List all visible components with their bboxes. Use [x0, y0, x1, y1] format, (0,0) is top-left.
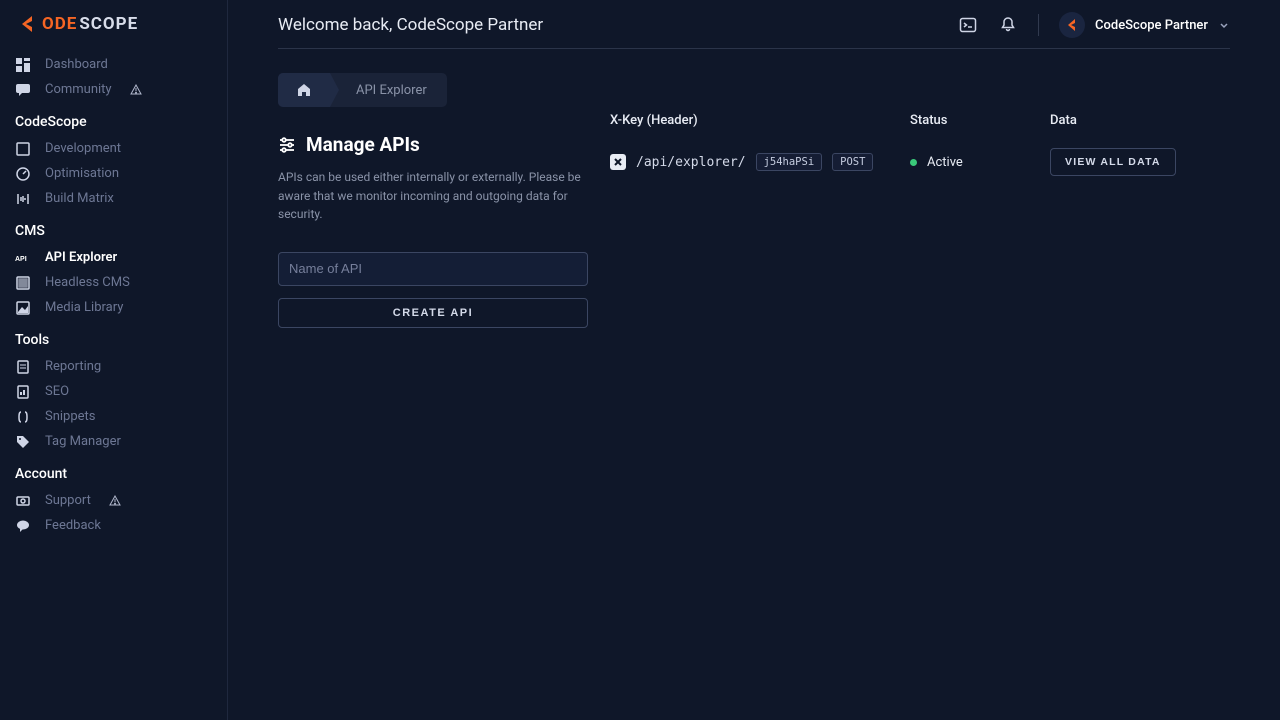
matrix-icon — [15, 192, 31, 206]
api-icon: API — [15, 253, 31, 263]
sidebar-item-development[interactable]: Development — [0, 136, 227, 161]
col-header-key: X-Key (Header) — [610, 113, 910, 128]
sidebar-item-label: SEO — [45, 384, 69, 399]
bell-icon[interactable] — [998, 15, 1018, 35]
delete-api-button[interactable] — [610, 154, 626, 170]
sidebar-item-buildmatrix[interactable]: Build Matrix — [0, 186, 227, 211]
breadcrumb-current: API Explorer — [330, 83, 447, 98]
sidebar-item-snippets[interactable]: Snippets — [0, 404, 227, 429]
tag-icon — [15, 435, 31, 449]
feedback-icon — [15, 519, 31, 533]
sidebar-item-label: Community — [45, 82, 112, 97]
sidebar-nav: Dashboard Community CodeScope Developmen… — [0, 52, 227, 548]
status-dot-icon — [910, 159, 917, 166]
api-xkey-tag: j54haPSi — [756, 153, 823, 171]
report-icon — [15, 360, 31, 374]
user-name: CodeScope Partner — [1095, 18, 1208, 33]
api-name-input[interactable] — [278, 252, 588, 286]
media-icon — [15, 301, 31, 315]
brand-mark-icon — [18, 14, 38, 34]
sidebar-item-label: Build Matrix — [45, 191, 114, 206]
greeting-text: Welcome back, CodeScope Partner — [278, 15, 543, 35]
sidebar-section-codescope: CodeScope — [0, 102, 227, 136]
brand-logo[interactable]: ODESCOPE — [0, 0, 227, 52]
sidebar-item-apiexplorer[interactable]: API API Explorer — [0, 245, 227, 270]
page-title: Manage APIs — [306, 133, 420, 156]
sidebar-item-label: Development — [45, 141, 121, 156]
support-icon — [15, 494, 31, 508]
separator — [1038, 14, 1039, 36]
sidebar-item-label: Support — [45, 493, 91, 508]
topbar-actions: CodeScope Partner — [958, 12, 1230, 38]
sidebar-item-tagmanager[interactable]: Tag Manager — [0, 429, 227, 454]
dev-icon — [15, 142, 31, 156]
sidebar-item-label: Reporting — [45, 359, 101, 374]
sidebar: ODESCOPE Dashboard Community CodeScope D… — [0, 0, 228, 720]
headless-icon — [15, 276, 31, 290]
sidebar-item-headlesscms[interactable]: Headless CMS — [0, 270, 227, 295]
warning-icon — [109, 495, 121, 507]
create-api-button[interactable]: CREATE API — [278, 298, 588, 328]
sidebar-item-feedback[interactable]: Feedback — [0, 513, 227, 538]
sidebar-item-label: Dashboard — [45, 57, 108, 72]
api-path: /api/explorer/ — [636, 155, 746, 170]
manage-panel: Manage APIs APIs can be used either inte… — [278, 107, 588, 328]
api-method-tag: POST — [832, 153, 873, 171]
main: Welcome back, CodeScope Partner CodeScop… — [228, 0, 1280, 720]
sidebar-item-label: API Explorer — [45, 250, 117, 265]
sidebar-item-medialibrary[interactable]: Media Library — [0, 295, 227, 320]
api-status: Active — [910, 155, 1050, 170]
user-menu[interactable]: CodeScope Partner — [1059, 12, 1230, 38]
sidebar-item-label: Headless CMS — [45, 275, 130, 290]
sidebar-section-tools: Tools — [0, 320, 227, 354]
sidebar-item-label: Snippets — [45, 409, 96, 424]
seo-icon — [15, 385, 31, 399]
topbar: Welcome back, CodeScope Partner CodeScop… — [228, 0, 1280, 48]
col-header-data: Data — [1050, 113, 1230, 128]
sidebar-item-label: Optimisation — [45, 166, 119, 181]
breadcrumb-home[interactable] — [278, 73, 330, 107]
sidebar-item-community[interactable]: Community — [0, 77, 227, 102]
snippet-icon — [15, 410, 31, 424]
sidebar-item-label: Tag Manager — [45, 434, 121, 449]
sidebar-item-dashboard[interactable]: Dashboard — [0, 52, 227, 77]
gauge-icon — [15, 167, 31, 181]
table-row: /api/explorer/ j54haPSi POST Active VIEW… — [610, 148, 1230, 176]
chat-icon — [15, 83, 31, 97]
terminal-icon[interactable] — [958, 15, 978, 35]
table-header: X-Key (Header) Status Data — [610, 107, 1230, 148]
sliders-icon — [278, 136, 296, 154]
sidebar-section-account: Account — [0, 454, 227, 488]
sidebar-item-support[interactable]: Support — [0, 488, 227, 513]
sidebar-item-reporting[interactable]: Reporting — [0, 354, 227, 379]
brand-text-2: SCOPE — [79, 14, 138, 34]
avatar-icon — [1059, 12, 1085, 38]
breadcrumb: API Explorer — [278, 73, 447, 107]
sidebar-item-optimisation[interactable]: Optimisation — [0, 161, 227, 186]
api-table: X-Key (Header) Status Data /api/explorer… — [610, 107, 1230, 176]
sidebar-item-label: Media Library — [45, 300, 123, 315]
dashboard-icon — [15, 58, 31, 72]
sidebar-item-label: Feedback — [45, 518, 101, 533]
brand-text-1: ODE — [42, 14, 77, 34]
sidebar-section-cms: CMS — [0, 211, 227, 245]
svg-text:API: API — [15, 256, 27, 263]
col-header-status: Status — [910, 113, 1050, 128]
page-description: APIs can be used either internally or ex… — [278, 168, 588, 224]
status-label: Active — [927, 155, 963, 170]
sidebar-item-seo[interactable]: SEO — [0, 379, 227, 404]
warning-icon — [130, 84, 142, 96]
view-data-button[interactable]: VIEW ALL DATA — [1050, 148, 1176, 176]
content: API Explorer Manage APIs APIs can be use… — [228, 49, 1280, 352]
chevron-down-icon — [1218, 19, 1230, 31]
